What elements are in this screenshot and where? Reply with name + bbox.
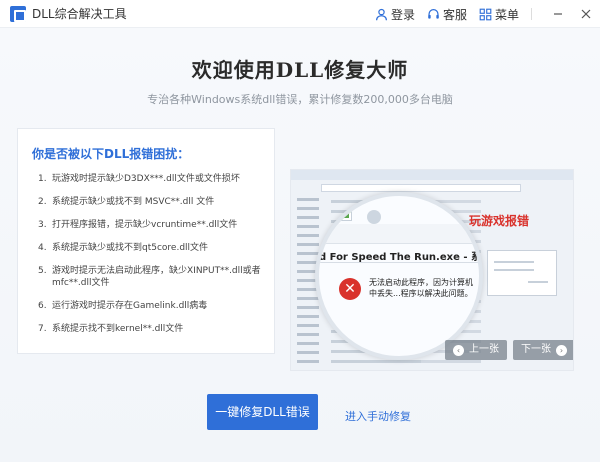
preview-screenshot: d For Speed The Run.exe - 系统错误 ✕ 无法启动此程序… bbox=[291, 170, 573, 370]
user-icon bbox=[375, 8, 387, 20]
preview-caption: 玩游戏报错 bbox=[469, 214, 530, 228]
chevron-right-icon: › bbox=[556, 344, 567, 356]
list-item-text: 系统提示缺少或找不到 MSVC**.dll 文件 bbox=[52, 197, 215, 207]
error-icon: ✕ bbox=[339, 278, 361, 300]
list-item-text: 游戏时提示无法启动此程序，缺少XINPUT**.dll或者mfc**.dll文件 bbox=[52, 266, 261, 288]
list-item-text: 系统提示缺少或找不到qt5core.dll文件 bbox=[52, 243, 209, 253]
list-item-number: 4. bbox=[38, 243, 47, 253]
list-item: 3. 打开程序报错，提示缺少vcruntime**.dll文件 bbox=[38, 219, 268, 231]
list-item: 1. 玩游戏时提示缺少D3DX***.dll文件或文件损坏 bbox=[38, 173, 268, 185]
preview-address-bar bbox=[321, 184, 521, 192]
page-title: 欢迎使用DLL修复大师 bbox=[191, 58, 409, 82]
list-item-text: 系统提示找不到kernel**.dll文件 bbox=[52, 324, 184, 334]
list-item-text: 打开程序报错，提示缺少vcruntime**.dll文件 bbox=[52, 220, 238, 230]
list-item-text: 运行游戏时提示存在Gamelink.dll病毒 bbox=[52, 301, 208, 311]
issue-list-card: 你是否被以下DLL报错困扰： 1. 玩游戏时提示缺少D3DX***.dll文件或文… bbox=[17, 128, 275, 354]
error-message: 无法启动此程序，因为计算机中丢失...程序以解决此问题。 bbox=[369, 278, 473, 298]
main-panel: 欢迎使用DLL修复大师 专治各种Windows系统dll错误，累计修复数200,… bbox=[0, 28, 600, 462]
app-logo-icon bbox=[10, 5, 26, 22]
list-item: 2. 系统提示缺少或找不到 MSVC**.dll 文件 bbox=[38, 196, 268, 208]
list-item: 4. 系统提示缺少或找不到qt5core.dll文件 bbox=[38, 242, 268, 254]
error-window-title: d For Speed The Run.exe - 系统错误 bbox=[319, 252, 481, 263]
list-item-number: 7. bbox=[38, 324, 47, 334]
title-bar: DLL综合解决工具 登录 客服 菜单 bbox=[0, 0, 600, 28]
list-item-text: 玩游戏时提示缺少D3DX***.dll文件或文件损坏 bbox=[52, 174, 240, 184]
minimize-icon bbox=[554, 13, 562, 15]
magnifier-toolbar bbox=[319, 224, 479, 244]
error-dialog-divider bbox=[319, 262, 479, 263]
next-slide-button[interactable]: 下一张 › bbox=[513, 340, 573, 360]
one-click-fix-button[interactable]: 一键修复DLL错误 bbox=[207, 394, 318, 430]
prev-slide-button[interactable]: ‹ 上一张 bbox=[445, 340, 507, 360]
excel-file-icon bbox=[329, 202, 351, 220]
close-icon bbox=[581, 9, 591, 19]
list-item-number: 5. bbox=[38, 266, 47, 276]
title-bar-controls: 登录 客服 菜单 bbox=[375, 0, 600, 28]
list-item-number: 3. bbox=[38, 220, 47, 230]
next-slide-label: 下一张 bbox=[521, 344, 551, 355]
chevron-left-icon: ‹ bbox=[453, 344, 464, 356]
app-title: DLL综合解决工具 bbox=[32, 7, 127, 21]
service-button[interactable]: 客服 bbox=[427, 6, 467, 23]
title-bar-divider bbox=[531, 8, 532, 20]
list-item: 6. 运行游戏时提示存在Gamelink.dll病毒 bbox=[38, 300, 268, 312]
preview-window-bar bbox=[291, 170, 573, 180]
list-item-number: 6. bbox=[38, 301, 47, 311]
prev-slide-label: 上一张 bbox=[469, 344, 499, 355]
issue-list: 1. 玩游戏时提示缺少D3DX***.dll文件或文件损坏 2. 系统提示缺少或找不… bbox=[38, 173, 268, 346]
manual-fix-link[interactable]: 进入手动修复 bbox=[345, 408, 411, 424]
close-button[interactable] bbox=[572, 0, 600, 28]
menu-button[interactable]: 菜单 bbox=[479, 6, 519, 23]
minimize-button[interactable] bbox=[544, 0, 572, 28]
settings-file-icon bbox=[367, 210, 381, 224]
list-item-number: 2. bbox=[38, 197, 47, 207]
login-label: 登录 bbox=[390, 7, 415, 22]
grid-menu-icon bbox=[479, 8, 492, 20]
preview-small-dialog bbox=[487, 250, 557, 296]
issue-list-title: 你是否被以下DLL报错困扰： bbox=[32, 147, 190, 161]
menu-label: 菜单 bbox=[494, 7, 519, 22]
headset-icon bbox=[428, 8, 439, 19]
list-item: 7. 系统提示找不到kernel**.dll文件 bbox=[38, 323, 268, 335]
list-item-number: 1. bbox=[38, 174, 47, 184]
list-item: 5. 游戏时提示无法启动此程序，缺少XINPUT**.dll或者mfc**.dll… bbox=[38, 265, 268, 289]
page-subtitle: 专治各种Windows系统dll错误，累计修复数200,000多台电脑 bbox=[147, 93, 453, 106]
service-label: 客服 bbox=[442, 7, 467, 22]
preview-magnifier: d For Speed The Run.exe - 系统错误 ✕ 无法启动此程序… bbox=[315, 192, 483, 360]
error-preview-carousel: d For Speed The Run.exe - 系统错误 ✕ 无法启动此程序… bbox=[290, 169, 574, 371]
login-button[interactable]: 登录 bbox=[375, 6, 415, 23]
